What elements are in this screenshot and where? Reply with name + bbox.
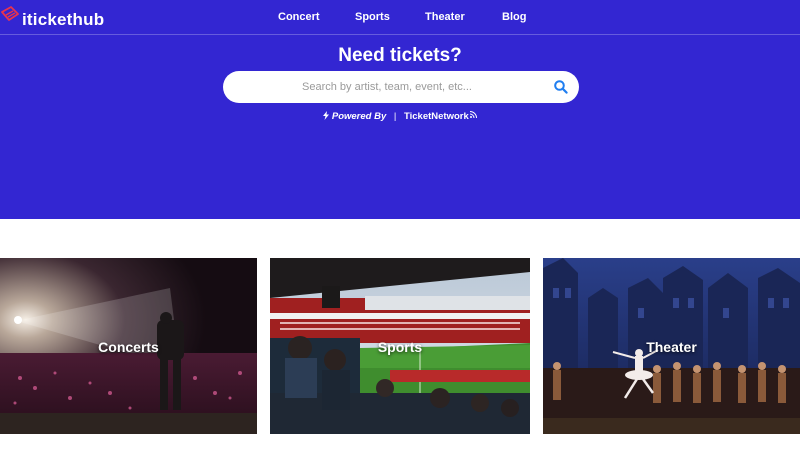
hero-headline: Need tickets? [338,45,462,66]
search-bar [223,71,579,103]
main-nav: Concert Sports Theater Blog [0,11,800,27]
search-icon[interactable] [553,79,569,95]
category-card-theater[interactable]: Theater [543,258,800,434]
category-label: Theater [646,339,697,355]
search-input[interactable] [237,71,537,103]
category-label: Sports [377,339,423,355]
ticketnetwork-link[interactable]: TicketNetwork [404,111,477,122]
nav-blog[interactable]: Blog [502,11,526,23]
rss-icon [469,111,477,120]
nav-theater[interactable]: Theater [425,11,465,23]
powered-separator: | [393,111,397,122]
bolt-icon [323,111,332,122]
powered-by-label: Powered By [331,111,387,122]
powered-by: Powered By | TicketNetwork [0,111,800,122]
nav-concert[interactable]: Concert [278,11,320,23]
partner-name: TicketNetwork [404,111,469,122]
top-navbar: itickethub Concert Sports Theater Blog [0,0,800,35]
category-card-sports[interactable]: Sports [270,258,530,434]
category-label: Concerts [98,339,159,355]
nav-sports[interactable]: Sports [355,11,390,23]
hero-section: itickethub Concert Sports Theater Blog N… [0,0,800,219]
category-card-concerts[interactable]: Concerts [0,258,257,434]
